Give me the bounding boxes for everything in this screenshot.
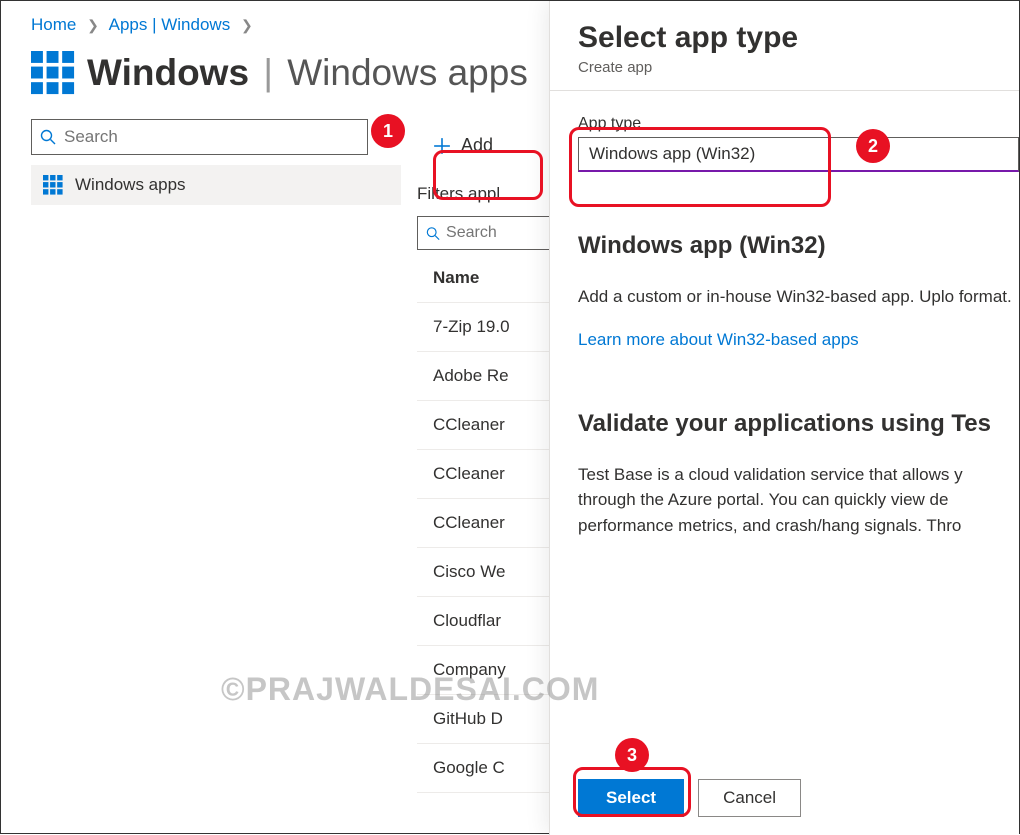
sidebar-item-label: Windows apps: [75, 175, 186, 195]
sidebar: ≪ Windows apps: [1, 119, 401, 793]
learn-more-link[interactable]: Learn more about Win32-based apps: [578, 330, 859, 349]
sidebar-search-input[interactable]: [64, 127, 359, 147]
app-type-dropdown[interactable]: Windows app (Win32): [578, 137, 1019, 172]
panel-title: Select app type: [578, 21, 1019, 55]
plus-icon: [433, 137, 451, 155]
windows-grid-icon: [31, 51, 75, 95]
breadcrumb-home[interactable]: Home: [31, 15, 76, 34]
cancel-button[interactable]: Cancel: [698, 779, 801, 817]
validate-heading: Validate your applications using Tes: [578, 410, 1019, 438]
breadcrumb-apps[interactable]: Apps | Windows: [109, 15, 231, 34]
windows-grid-icon: [43, 175, 63, 195]
sidebar-item-windows-apps[interactable]: Windows apps: [31, 165, 401, 205]
search-icon: [426, 226, 440, 241]
validate-description: Test Base is a cloud validation service …: [578, 462, 1019, 539]
panel-subtitle: Create app: [578, 59, 1019, 76]
sidebar-search[interactable]: [31, 119, 368, 155]
search-icon: [40, 129, 56, 145]
add-button[interactable]: Add: [417, 127, 509, 164]
chevron-right-icon: ❯: [241, 17, 253, 33]
page-title: Windows | Windows apps: [87, 52, 528, 94]
app-type-label: App type: [578, 115, 1019, 133]
select-button[interactable]: Select: [578, 779, 684, 817]
app-type-description: Add a custom or in-house Win32-based app…: [578, 284, 1019, 310]
app-type-heading: Windows app (Win32): [578, 232, 1019, 260]
collapse-sidebar-icon[interactable]: ≪: [384, 127, 401, 147]
select-app-type-panel: Select app type Create app App type Wind…: [549, 1, 1019, 835]
chevron-right-icon: ❯: [87, 17, 99, 33]
